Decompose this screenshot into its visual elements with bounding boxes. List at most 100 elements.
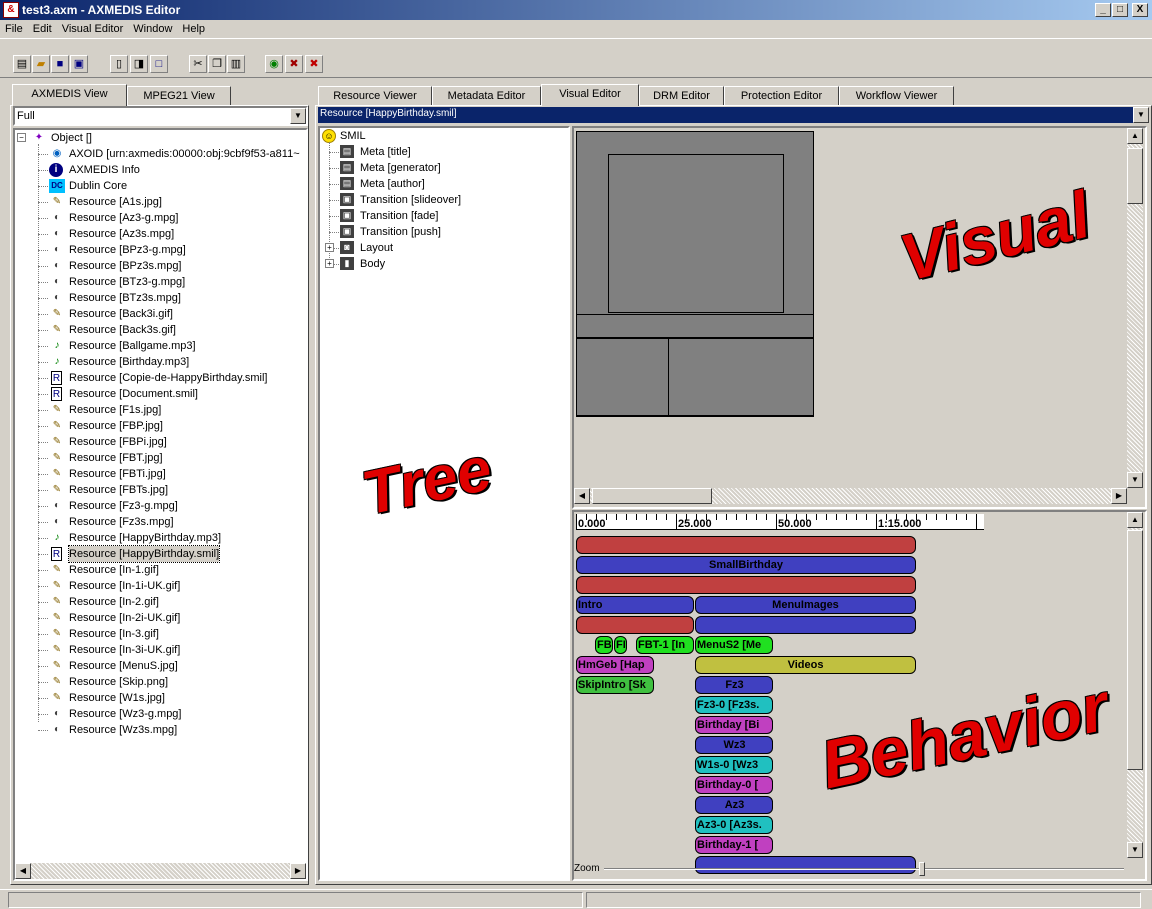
open-icon[interactable]: ▰: [32, 55, 50, 73]
paste-icon[interactable]: ▥: [227, 55, 245, 73]
menu-window[interactable]: Window: [128, 20, 177, 35]
tree-item-label: Resource [Az3-g.mpg]: [69, 212, 179, 224]
tools2-icon[interactable]: ✖: [305, 55, 323, 73]
tab-mpeg21-view[interactable]: MPEG21 View: [127, 86, 231, 106]
tree-item-label: Resource [In-1.gif]: [69, 564, 159, 576]
scroll-right-icon[interactable]: ▶: [1111, 488, 1127, 504]
menu-edit[interactable]: Edit: [28, 20, 57, 35]
timeline-bar[interactable]: Fz3-0 [Fz3s.: [695, 696, 773, 714]
timeline-bar[interactable]: HmGeb [Hap: [576, 656, 654, 674]
timeline-bar[interactable]: MenuS2 [Me: [695, 636, 773, 654]
timeline-bar[interactable]: Intro: [576, 596, 694, 614]
behavior-vscroll[interactable]: ▲ ▼: [1127, 512, 1143, 858]
resource-dropdown[interactable]: Resource [HappyBirthday.smil] ▼: [318, 107, 1149, 123]
visual-hscroll[interactable]: ◀ ▶: [574, 488, 1127, 504]
timeline-bar[interactable]: FB: [595, 636, 613, 654]
timeline-bar[interactable]: [576, 576, 916, 594]
maximize-button[interactable]: □: [1112, 3, 1128, 17]
tab-drm-editor[interactable]: DRM Editor: [639, 86, 724, 106]
expand-icon[interactable]: +: [325, 259, 334, 268]
scroll-up-icon[interactable]: ▲: [1127, 512, 1143, 528]
zoom-slider-thumb[interactable]: [919, 862, 925, 876]
tree-guide: [38, 144, 39, 722]
menu-file[interactable]: File: [0, 20, 28, 35]
tree-guide: [38, 314, 48, 315]
timeline-bar[interactable]: SmallBirthday: [576, 556, 916, 574]
view-dropdown[interactable]: Full ▼: [13, 106, 308, 126]
save-icon[interactable]: ■: [51, 55, 69, 73]
collapse-icon[interactable]: −: [17, 133, 26, 142]
image-icon: ✎: [52, 596, 62, 607]
tools-icon[interactable]: ✖: [285, 55, 303, 73]
menu-help[interactable]: Help: [177, 20, 210, 35]
transition-icon: ▣: [340, 225, 354, 238]
minimize-button[interactable]: _: [1095, 3, 1111, 17]
timeline-bar[interactable]: [576, 616, 694, 634]
left-tree-hscroll[interactable]: ◀ ▶: [15, 863, 306, 879]
image-icon: ✎: [52, 660, 62, 671]
visual-vscroll-thumb[interactable]: [1127, 148, 1143, 204]
visual-hscroll-thumb[interactable]: [592, 488, 712, 504]
import-icon[interactable]: ◨: [130, 55, 148, 73]
close-button[interactable]: X: [1132, 3, 1148, 17]
tab-visual-editor[interactable]: Visual Editor: [541, 84, 639, 106]
timeline-bar[interactable]: FI: [614, 636, 627, 654]
chevron-down-icon[interactable]: ▼: [290, 108, 306, 124]
properties-icon[interactable]: ▯: [110, 55, 128, 73]
video-icon: ◐: [53, 708, 61, 719]
tab-protection-editor[interactable]: Protection Editor: [724, 86, 839, 106]
layout-region-bar[interactable]: [576, 314, 814, 338]
timeline-bar[interactable]: [695, 616, 916, 634]
scroll-down-icon[interactable]: ▼: [1127, 842, 1143, 858]
title-bar: & test3.axm - AXMEDIS Editor _ □ X: [0, 0, 1152, 20]
timeline-bar[interactable]: Birthday-1 [: [695, 836, 773, 854]
expand-icon[interactable]: +: [325, 243, 334, 252]
tree-guide: [38, 634, 48, 635]
tab-axmedis-view[interactable]: AXMEDIS View: [12, 84, 127, 106]
tab-metadata-editor[interactable]: Metadata Editor: [432, 86, 541, 106]
axmedis-icon[interactable]: &: [3, 2, 19, 18]
timeline-bar[interactable]: W1s-0 [Wz3: [695, 756, 773, 774]
video-icon: ◐: [53, 292, 61, 303]
timeline-bar[interactable]: SkipIntro [Sk: [576, 676, 654, 694]
tab-resource-viewer[interactable]: Resource Viewer: [318, 86, 432, 106]
globe-icon[interactable]: ◉: [265, 55, 283, 73]
zoom-track[interactable]: [604, 868, 1124, 870]
save-all-icon[interactable]: ▣: [70, 55, 88, 73]
image-icon: ✎: [52, 420, 62, 431]
layout-region-right[interactable]: [668, 338, 814, 417]
timeline-bar[interactable]: [576, 536, 916, 554]
tab-workflow-viewer[interactable]: Workflow Viewer: [839, 86, 954, 106]
timeline-bar[interactable]: Az3-0 [Az3s.: [695, 816, 773, 834]
scroll-down-icon[interactable]: ▼: [1127, 472, 1143, 488]
toolbar: ▤ ▰ ■ ▣ ▯ ◨ □ ✂ ❐ ▥ ◉ ✖ ✖: [0, 38, 1152, 78]
behavior-vscroll-thumb[interactable]: [1127, 530, 1143, 770]
chevron-down-icon[interactable]: ▼: [1133, 107, 1149, 123]
scroll-left-icon[interactable]: ◀: [574, 488, 590, 504]
timeline-bar[interactable]: Birthday [Bi: [695, 716, 773, 734]
layout-icon: ◙: [340, 241, 354, 254]
menu-visual-editor[interactable]: Visual Editor: [57, 20, 129, 35]
scroll-left-icon[interactable]: ◀: [15, 863, 31, 879]
meta-icon: ▤: [340, 177, 354, 190]
timeline-bar[interactable]: Birthday-0 [: [695, 776, 773, 794]
copy-icon[interactable]: ❐: [208, 55, 226, 73]
image-icon: ✎: [52, 676, 62, 687]
timeline-bar[interactable]: Videos: [695, 656, 916, 674]
timeline-bar[interactable]: Fz3: [695, 676, 773, 694]
timeline-bar[interactable]: MenuImages: [695, 596, 916, 614]
visual-vscroll[interactable]: ▲ ▼: [1127, 128, 1143, 488]
timeline-bar[interactable]: Az3: [695, 796, 773, 814]
smil-tree-item-label: Transition [fade]: [360, 210, 439, 222]
new-icon[interactable]: ▤: [13, 55, 31, 73]
tree-item-label: Resource [F1s.jpg]: [69, 404, 162, 416]
scroll-right-icon[interactable]: ▶: [290, 863, 306, 879]
layout-region-left[interactable]: [576, 338, 669, 417]
timeline-bar[interactable]: FBT-1 [In: [636, 636, 694, 654]
timeline-bar[interactable]: Wz3: [695, 736, 773, 754]
window-icon[interactable]: □: [150, 55, 168, 73]
layout-region-main[interactable]: [608, 154, 784, 313]
scroll-up-icon[interactable]: ▲: [1127, 128, 1143, 144]
cut-icon[interactable]: ✂: [189, 55, 207, 73]
tree-root[interactable]: − ✦ Object []: [17, 130, 217, 146]
